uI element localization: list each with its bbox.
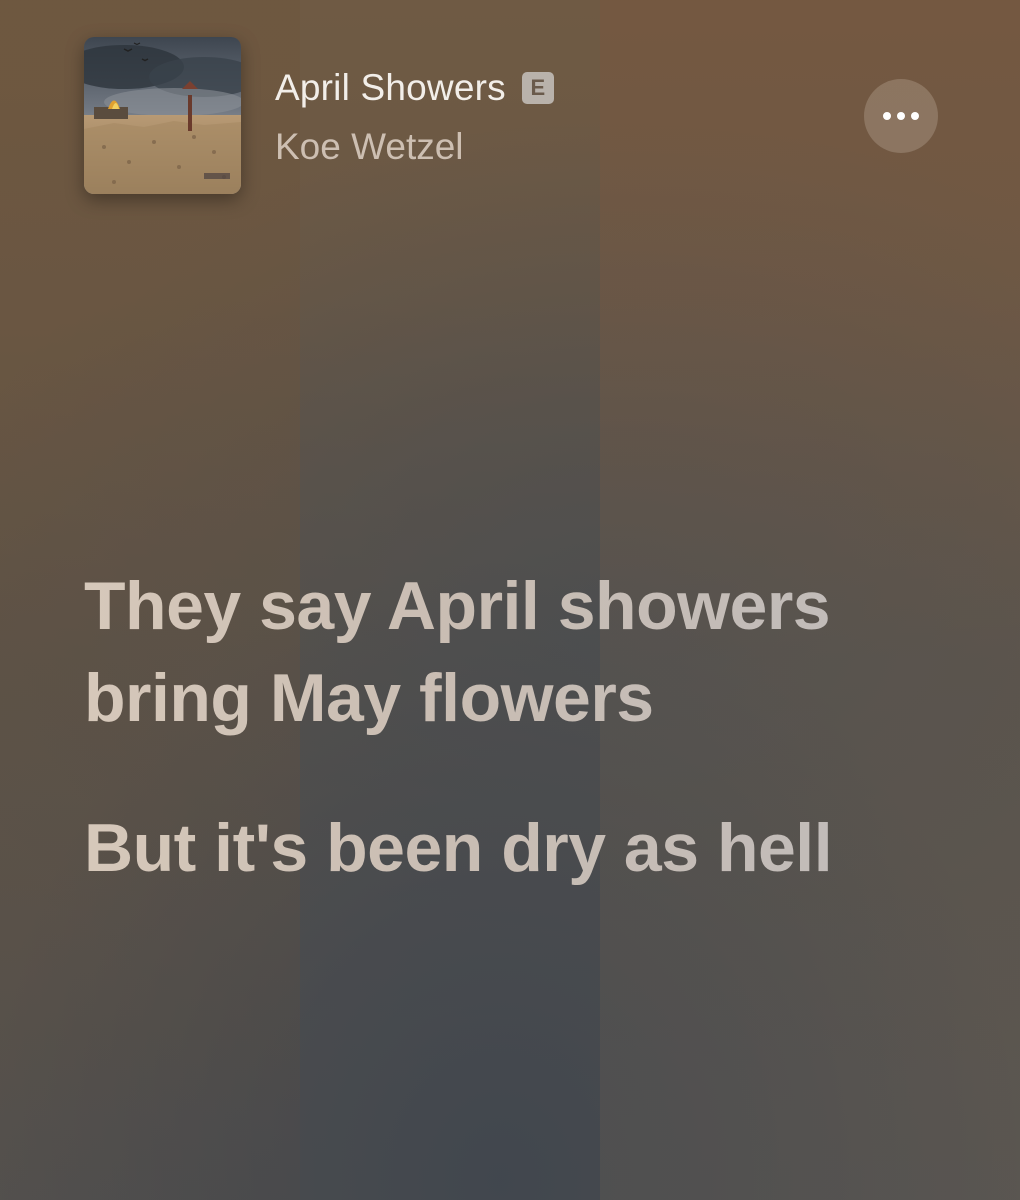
now-playing-header: April Showers E Koe Wetzel xyxy=(0,0,1020,200)
artist-name[interactable]: Koe Wetzel xyxy=(275,123,464,171)
album-artwork[interactable] xyxy=(84,37,241,194)
ellipsis-icon xyxy=(883,112,919,120)
lyric-line[interactable]: They say April showers bring May flowers xyxy=(84,560,904,744)
lyrics-view: They say April showers bring May flowers… xyxy=(84,560,904,894)
song-title[interactable]: April Showers xyxy=(275,64,506,112)
explicit-badge: E xyxy=(521,72,554,104)
album-artwork-image xyxy=(84,37,241,194)
more-options-button[interactable] xyxy=(864,79,938,153)
song-title-row: April Showers E xyxy=(275,64,554,112)
lyric-line[interactable]: But it's been dry as hell xyxy=(84,802,904,894)
